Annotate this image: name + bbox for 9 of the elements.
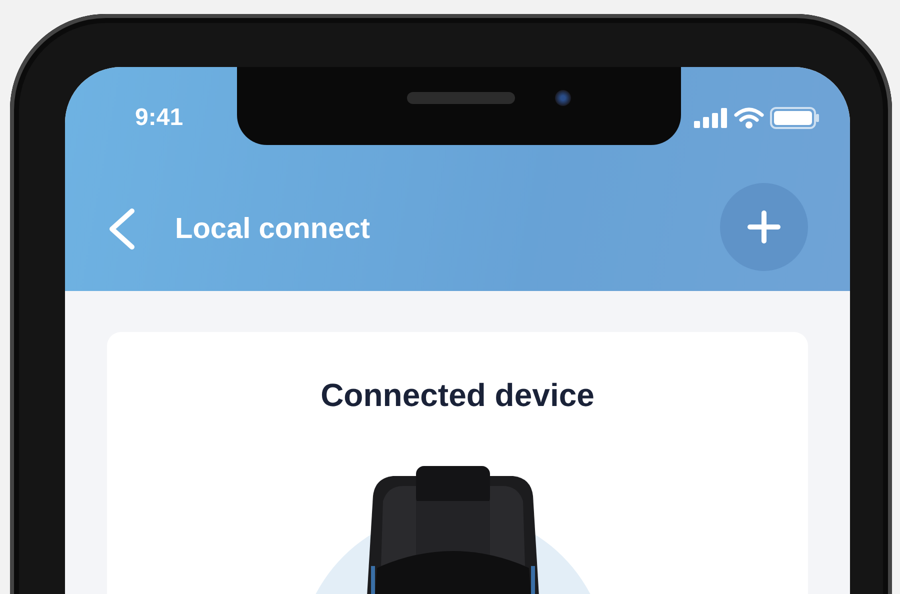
status-time: 9:41: [135, 104, 184, 132]
plus-icon: [747, 210, 781, 244]
battery-icon: [770, 107, 820, 129]
chevron-left-icon: [107, 208, 137, 250]
signal-icon: [694, 108, 728, 128]
card-title: Connected device: [320, 377, 594, 414]
wifi-icon: [734, 107, 764, 129]
page-title: Local connect: [175, 212, 371, 246]
back-button[interactable]: [107, 208, 137, 250]
